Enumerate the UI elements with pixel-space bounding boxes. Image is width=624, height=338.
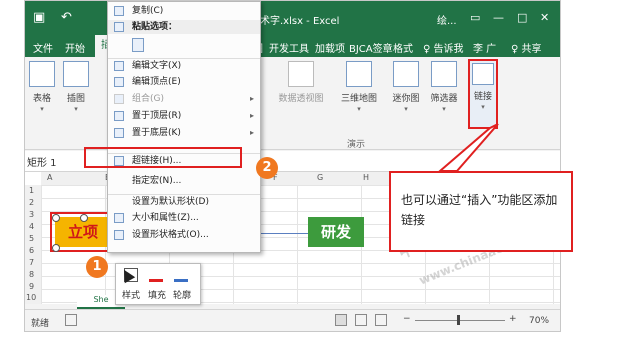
tip-callout: 也可以通过“插入”功能区添加链接 <box>389 171 573 252</box>
tip-text: 也可以通过“插入”功能区添加链接 <box>401 193 558 227</box>
callout-pointer <box>437 123 499 172</box>
